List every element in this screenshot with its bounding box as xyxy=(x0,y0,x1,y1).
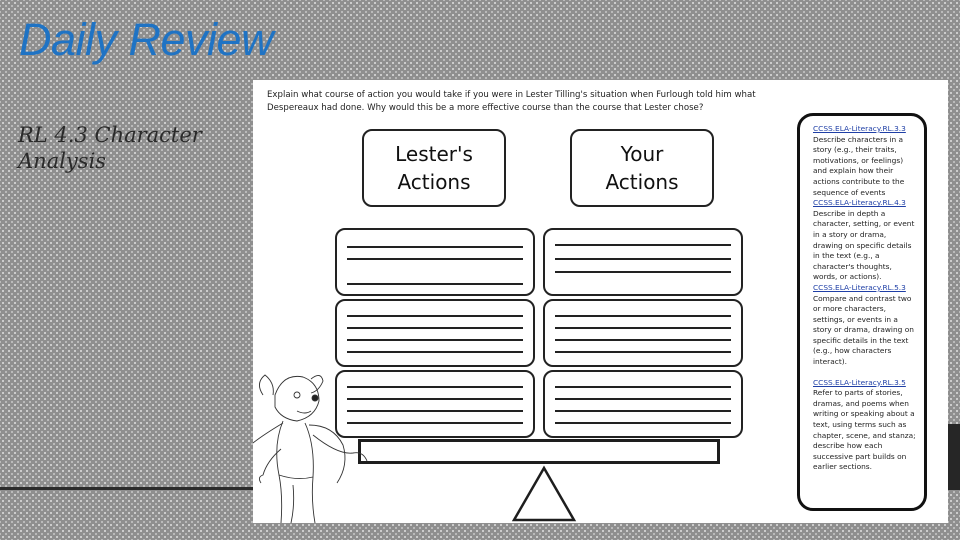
writing-line xyxy=(555,351,731,353)
decorative-tab xyxy=(948,424,960,490)
writing-line xyxy=(555,422,731,424)
worksheet-prompt: Explain what course of action you would … xyxy=(267,90,756,113)
heading-line: Actions xyxy=(397,170,471,194)
lesters-actions-answer-box-1[interactable] xyxy=(335,228,535,296)
standard-description: Describe in depth a character, setting, … xyxy=(813,208,915,282)
writing-line xyxy=(347,246,523,248)
standard-link[interactable]: CCSS.ELA-Literacy.RL.5.3 xyxy=(813,283,918,294)
writing-line xyxy=(555,271,731,273)
heading-line: Actions xyxy=(605,170,679,194)
writing-line xyxy=(347,410,523,412)
mouse-character-icon xyxy=(253,374,368,523)
writing-line xyxy=(555,386,731,388)
writing-line xyxy=(555,410,731,412)
writing-line xyxy=(347,398,523,400)
standard-link[interactable]: CCSS.ELA-Literacy.RL.3.3 xyxy=(813,124,918,135)
writing-line xyxy=(347,258,523,260)
writing-line xyxy=(555,327,731,329)
standard-description: Compare and contrast two or more charact… xyxy=(813,293,914,367)
lesters-actions-answer-box-2[interactable] xyxy=(335,299,535,367)
writing-line xyxy=(555,398,731,400)
worksheet-image: Explain what course of action you would … xyxy=(253,80,948,523)
writing-line xyxy=(347,339,523,341)
your-actions-heading: Your Actions xyxy=(570,129,714,207)
seesaw-fulcrum-icon xyxy=(511,465,577,522)
writing-line xyxy=(347,351,523,353)
writing-line xyxy=(347,283,523,285)
writing-line xyxy=(555,339,731,341)
slide-title: Daily Review xyxy=(19,14,274,65)
standard-description: Refer to parts of stories, dramas, and p… xyxy=(813,388,916,472)
your-actions-answer-box-1[interactable] xyxy=(543,228,743,296)
slide-subtitle: RL 4.3 Character Analysis xyxy=(18,123,202,173)
your-actions-answer-box-3[interactable] xyxy=(543,370,743,438)
your-actions-answer-box-2[interactable] xyxy=(543,299,743,367)
standard-link[interactable]: CCSS.ELA-Literacy.RL.3.5 xyxy=(813,378,918,389)
seesaw-beam xyxy=(358,439,720,464)
writing-line xyxy=(347,327,523,329)
writing-line xyxy=(555,258,731,260)
standards-panel: CCSS.ELA-Literacy.RL.3.3 Describe charac… xyxy=(797,113,927,511)
writing-line xyxy=(555,315,731,317)
writing-line xyxy=(347,386,523,388)
writing-line xyxy=(555,244,731,246)
standard-link[interactable]: CCSS.ELA-Literacy.RL.4.3 xyxy=(813,198,918,209)
standard-description: Describe characters in a story (e.g., th… xyxy=(813,134,905,197)
heading-line: Your xyxy=(620,142,664,166)
writing-line xyxy=(347,422,523,424)
lesters-actions-heading: Lester's Actions xyxy=(362,129,506,207)
writing-line xyxy=(347,315,523,317)
decorative-divider xyxy=(0,487,253,490)
heading-line: Lester's xyxy=(395,142,473,166)
